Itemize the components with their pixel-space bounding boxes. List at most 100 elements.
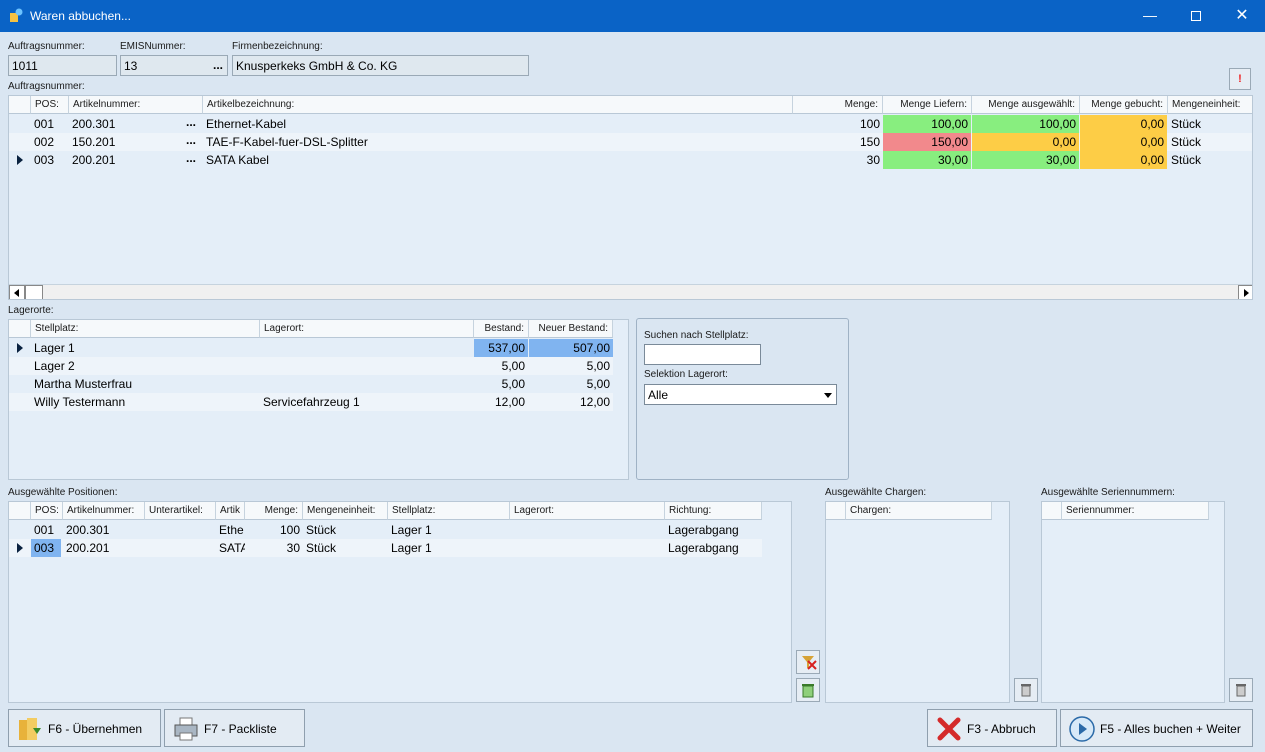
cell-richtung: Lagerabgang (668, 541, 739, 555)
cell-menge-ausgewaehlt: 0,00 (972, 133, 1079, 151)
col-lagerort[interactable]: Lagerort: (510, 502, 665, 520)
col-seriennummer[interactable]: Seriennummer: (1062, 502, 1209, 520)
remove-position-button[interactable] (796, 650, 820, 674)
cell-lagerort (260, 339, 474, 357)
col-artikel[interactable]: Artik (216, 502, 245, 520)
row-header-col (826, 502, 846, 520)
cell-menge-gebucht: 0,00 (1080, 115, 1167, 133)
play-icon (1069, 716, 1095, 742)
cell-einheit: Stück (306, 541, 337, 555)
scroll-thumb[interactable] (25, 285, 43, 299)
cell-einheit: Stück (306, 523, 337, 537)
cell-einheit: Stück (1171, 117, 1202, 131)
cell-lagerort (260, 375, 474, 393)
abbruch-label: F3 - Abbruch (967, 722, 1036, 736)
cell-stellplatz: Willy Testermann (34, 395, 126, 409)
col-chargen[interactable]: Chargen: (846, 502, 992, 520)
packliste-button[interactable]: F7 - Packliste (164, 709, 305, 747)
row-pointer-icon (17, 543, 23, 553)
artikel-lookup-button[interactable]: ... (183, 113, 203, 131)
col-stellplatz[interactable]: Stellplatz: (31, 320, 260, 338)
cell-pos: 001 (34, 523, 55, 537)
chargen-label: Ausgewählte Chargen: (825, 487, 927, 498)
cell-pos: 003 (31, 539, 61, 557)
col-bestand[interactable]: Bestand: (474, 320, 529, 338)
cell-menge-liefern[interactable]: 150,00 (883, 133, 971, 151)
cell-artnr: 200.201 (72, 153, 116, 167)
col-menge[interactable]: Menge: (245, 502, 303, 520)
cell-artnr: 150.201 (72, 135, 116, 149)
col-menge[interactable]: Menge: (793, 96, 883, 114)
alert-icon[interactable]: ! (1229, 68, 1251, 90)
order-grid: POS: Artikelnummer: Artikelbezeichnung: … (8, 95, 1253, 300)
horizontal-scrollbar[interactable] (9, 284, 1252, 299)
cell-stellplatz: Martha Musterfrau (34, 377, 133, 391)
emis-field[interactable]: 13 ... (120, 55, 228, 76)
col-pos[interactable]: POS: (31, 502, 63, 520)
col-artikelnummer[interactable]: Artikelnummer: (63, 502, 145, 520)
recycle-position-button[interactable] (796, 678, 820, 702)
col-artikelbezeichnung[interactable]: Artikelbezeichnung: (203, 96, 793, 114)
firma-field[interactable]: Knusperkeks GmbH & Co. KG (232, 55, 529, 76)
cell-menge-liefern[interactable]: 30,00 (883, 151, 971, 169)
alles-buchen-button[interactable]: F5 - Alles buchen + Weiter (1060, 709, 1253, 747)
clear-chargen-button[interactable] (1014, 678, 1038, 702)
col-artikelnummer[interactable]: Artikelnummer: (69, 96, 203, 114)
chevron-down-icon (824, 393, 832, 398)
cell-menge-liefern[interactable]: 100,00 (883, 115, 971, 133)
col-menge-gebucht[interactable]: Menge gebucht: (1080, 96, 1168, 114)
firma-label: Firmenbezeichnung: (232, 41, 323, 52)
col-richtung[interactable]: Richtung: (665, 502, 762, 520)
cell-menge-gebucht: 0,00 (1080, 133, 1167, 151)
lagerort-select[interactable]: Alle (644, 384, 837, 405)
cell-menge-ausgewaehlt: 100,00 (972, 115, 1079, 133)
scroll-right-icon[interactable] (1238, 285, 1252, 299)
lagerort-select-value: Alle (648, 388, 669, 402)
col-menge-liefern[interactable]: Menge Liefern: (883, 96, 972, 114)
recycle-bin-icon (802, 684, 814, 698)
col-neuer-bestand[interactable]: Neuer Bestand: (529, 320, 613, 338)
cell-neuer-bestand: 5,00 (586, 359, 610, 373)
col-menge-ausgewaehlt[interactable]: Menge ausgewählt: (972, 96, 1080, 114)
auftragsnummer-field[interactable]: 1011 (8, 55, 117, 76)
uebernehmen-button[interactable]: F6 - Übernehmen (8, 709, 161, 747)
cell-lagerort: Servicefahrzeug 1 (263, 395, 360, 409)
cell-neuer-bestand: 12,00 (579, 395, 610, 409)
artikel-lookup-button[interactable]: ... (183, 131, 203, 149)
alles-buchen-label: F5 - Alles buchen + Weiter (1100, 722, 1241, 736)
printer-icon (174, 717, 198, 741)
abbruch-button[interactable]: F3 - Abbruch (927, 709, 1057, 747)
col-unterartikel[interactable]: Unterartikel: (145, 502, 216, 520)
chargen-grid: Chargen: (825, 501, 1010, 703)
maximize-icon (1191, 11, 1201, 21)
cell-lagerort (260, 357, 474, 375)
clear-serien-button[interactable] (1229, 678, 1253, 702)
minimize-button[interactable]: — (1127, 0, 1173, 32)
delete-filter-icon (802, 656, 817, 670)
cell-neuer-bestand: 5,00 (586, 377, 610, 391)
cell-bezeichnung: TAE-F-Kabel-fuer-DSL-Splitter (206, 135, 368, 149)
col-mengeneinheit[interactable]: Mengeneinheit: (1168, 96, 1252, 114)
col-pos[interactable]: POS: (31, 96, 69, 114)
cell-artikel: SATA (219, 541, 245, 555)
search-stellplatz-label: Suchen nach Stellplatz: (644, 330, 749, 341)
cell-unterartikel (145, 539, 216, 557)
emis-label: EMISNummer: (120, 41, 186, 52)
col-lagerort[interactable]: Lagerort: (260, 320, 474, 338)
cell-menge: 100 (279, 523, 300, 537)
cell-bezeichnung: Ethernet-Kabel (206, 117, 287, 131)
maximize-button[interactable] (1173, 0, 1219, 32)
cell-bestand: 537,00 (474, 339, 528, 357)
row-header-col (9, 320, 31, 338)
cell-artnr: 200.301 (72, 117, 116, 131)
search-stellplatz-input[interactable] (644, 344, 761, 365)
artikel-lookup-button[interactable]: ... (183, 149, 203, 167)
cell-lagerort (510, 539, 665, 557)
emis-lookup-button[interactable]: ... (213, 58, 223, 72)
auftragsnummer-label: Auftragsnummer: (8, 41, 85, 52)
col-stellplatz[interactable]: Stellplatz: (388, 502, 510, 520)
close-window-button[interactable]: ✕ (1219, 0, 1265, 32)
row-header-col (9, 96, 31, 114)
scroll-left-icon[interactable] (9, 285, 25, 299)
col-mengeneinheit[interactable]: Mengeneinheit: (303, 502, 388, 520)
